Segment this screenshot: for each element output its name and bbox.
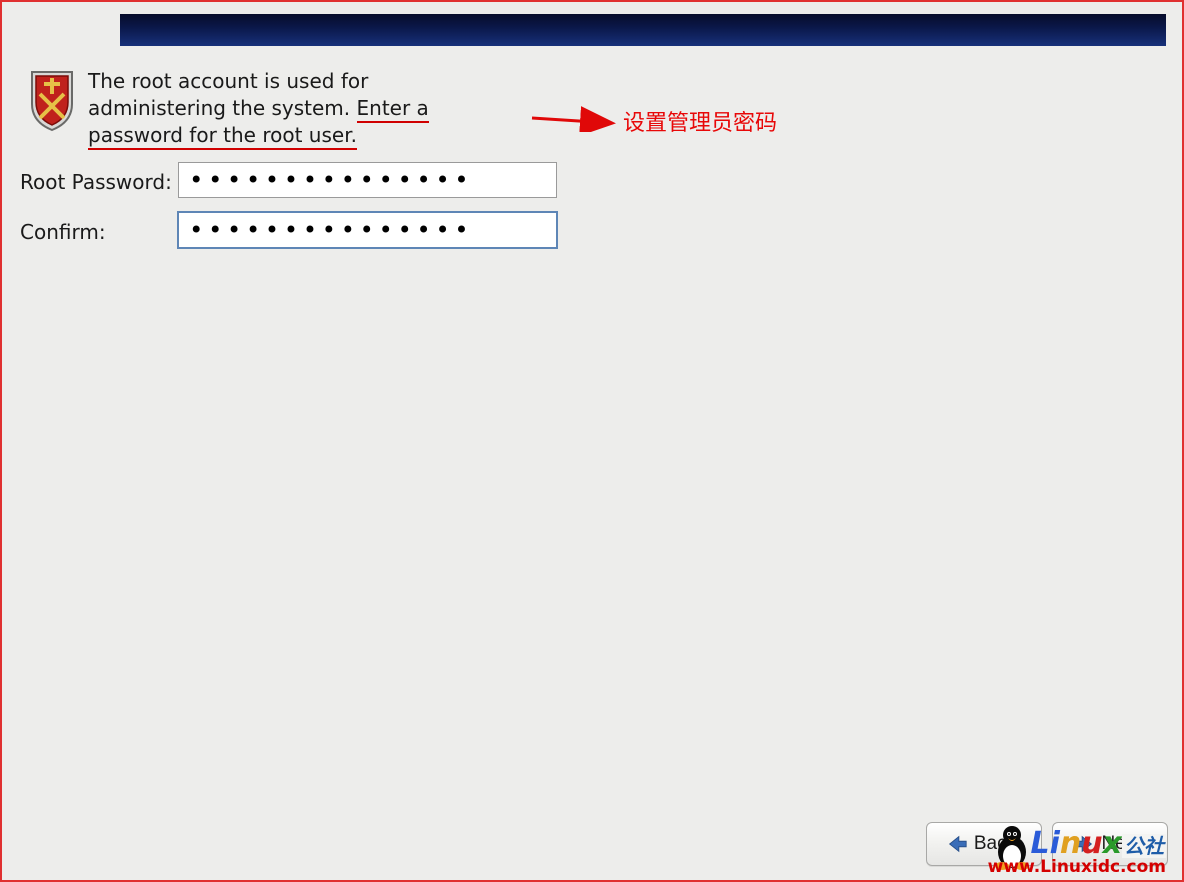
confirm-password-label: Confirm: [20,216,178,244]
root-password-row: Root Password: [20,162,557,198]
intro-row: The root account is used for administeri… [28,68,504,149]
shield-icon [28,68,76,132]
intro-text-plain: The root account is used for administeri… [88,69,368,120]
nav-buttons: Back Next [926,822,1168,866]
confirm-password-input[interactable] [178,212,557,248]
back-button-label: Back [974,833,1016,855]
arrow-right-icon [1073,833,1095,855]
root-password-input[interactable] [178,162,557,198]
header-banner [120,14,1166,46]
intro-text: The root account is used for administeri… [88,68,504,149]
annotation-arrow-icon [528,104,624,132]
confirm-password-row: Confirm: [20,212,557,248]
back-button[interactable]: Back [926,822,1042,866]
password-form: Root Password: Confirm: [20,162,557,262]
root-password-label: Root Password: [20,166,178,194]
next-button[interactable]: Next [1052,822,1168,866]
annotation-text: 设置管理员密码 [623,105,777,137]
next-button-label: Next [1101,833,1140,855]
arrow-left-icon [946,833,968,855]
